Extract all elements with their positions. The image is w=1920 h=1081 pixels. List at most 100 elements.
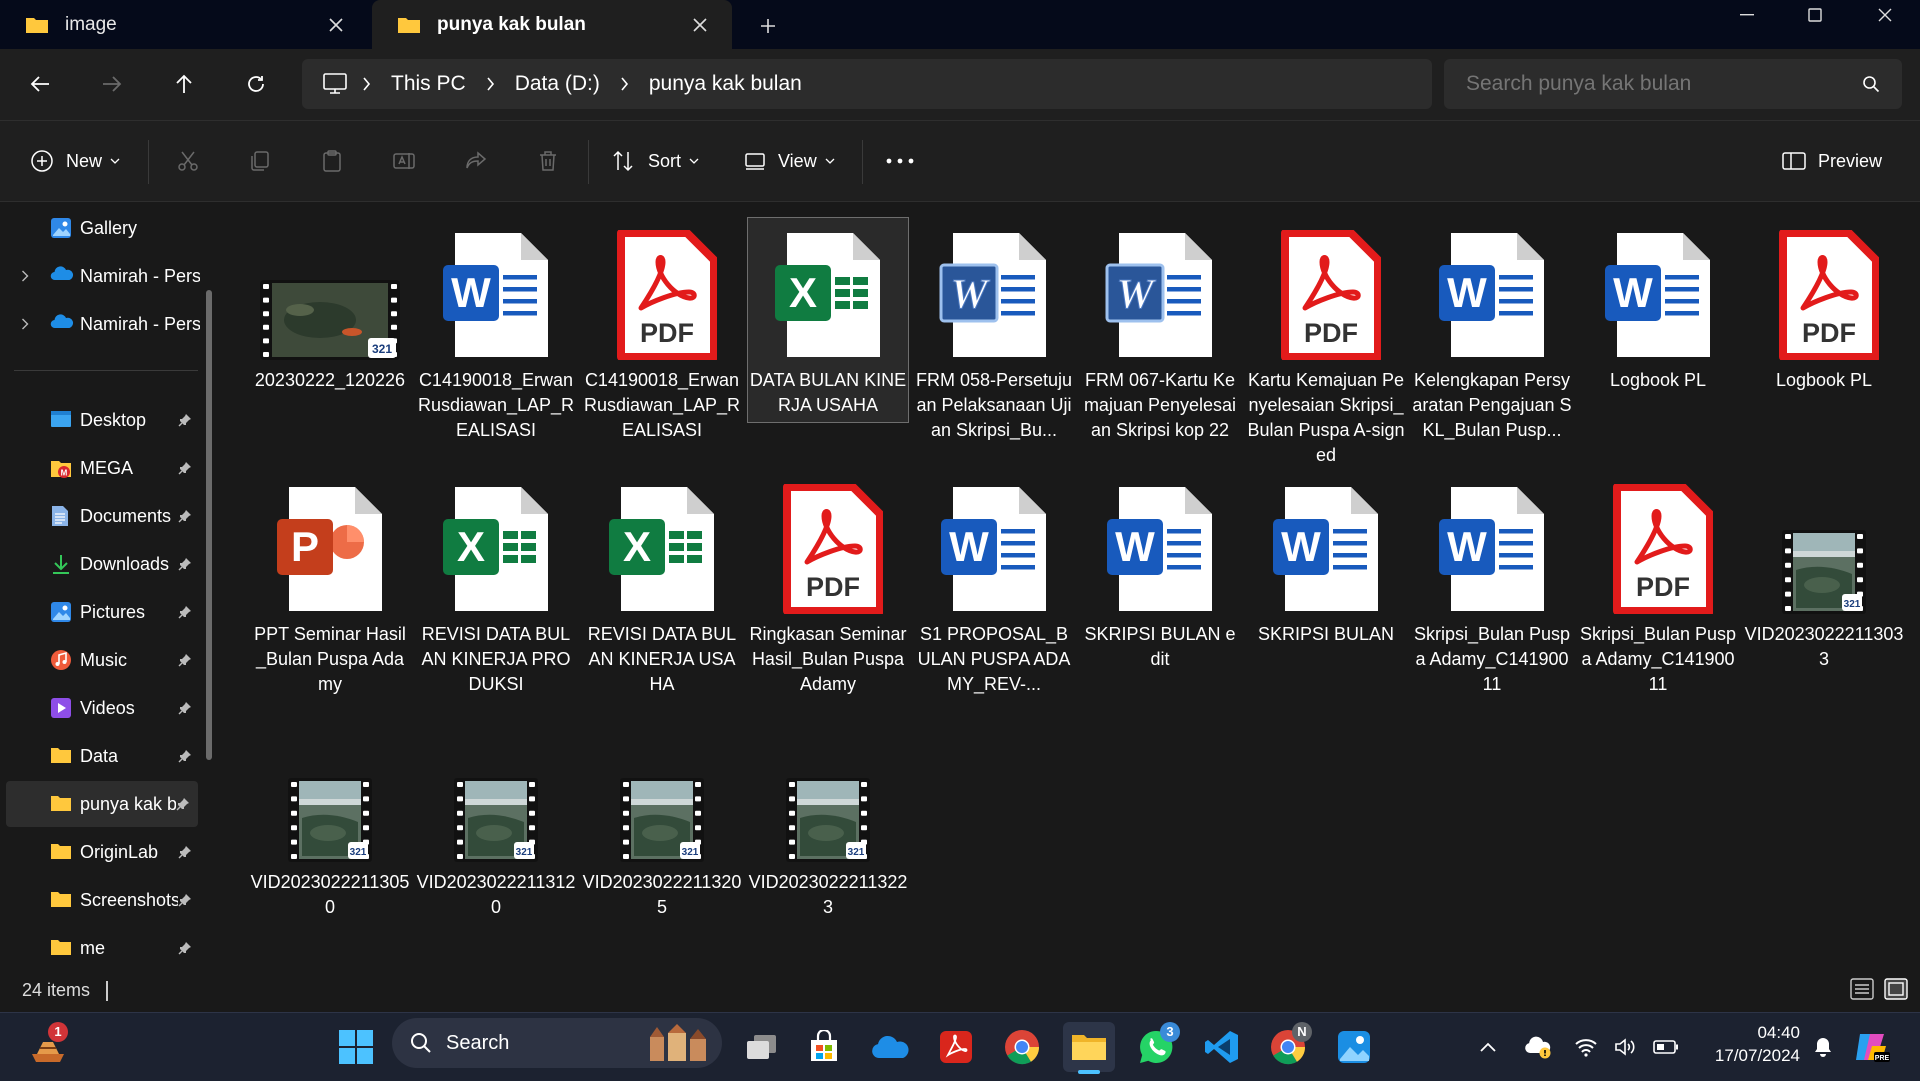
details-view-button[interactable] <box>1850 978 1874 1000</box>
forward-button[interactable] <box>90 68 134 100</box>
up-button[interactable] <box>162 68 206 100</box>
sidebar-item-mega[interactable]: M MEGA <box>0 445 200 491</box>
sidebar-item-desktop[interactable]: Desktop <box>0 397 200 443</box>
sidebar-item-namirah-pers[interactable]: Namirah - Pers <box>0 301 200 347</box>
sort-button[interactable]: Sort <box>612 143 699 179</box>
file-item[interactable]: W SKRIPSI BULAN <box>1246 472 1406 647</box>
sidebar-item-data[interactable]: Data <box>0 733 200 779</box>
chevron-right-icon[interactable] <box>21 270 29 282</box>
show-hidden-icons-button[interactable] <box>1470 1022 1506 1072</box>
close-tab-icon[interactable] <box>316 5 356 45</box>
pdf-document-icon: PDF <box>1744 218 1904 360</box>
search-input[interactable] <box>1444 71 1862 97</box>
file-item[interactable]: X REVISI DATA BULAN KINERJA PRODUKSI <box>416 472 576 697</box>
divider <box>588 140 589 184</box>
sidebar-item-punya-kak-bulan[interactable]: punya kak bulan <box>6 781 198 827</box>
file-item[interactable]: W FRM 058-Persetujuan Pelaksanaan Ujian S… <box>914 218 1074 443</box>
this-pc-icon[interactable] <box>322 73 348 95</box>
rename-button[interactable] <box>392 143 416 179</box>
file-item[interactable]: P PPT Seminar Hasil_Bulan Puspa Adamy <box>250 472 410 697</box>
chrome-button[interactable] <box>996 1022 1048 1072</box>
breadcrumb-data-drive[interactable]: Data (D:) <box>515 72 600 96</box>
sidebar-item-videos[interactable]: Videos <box>0 685 200 731</box>
file-item[interactable]: 321 VID20230222113033 <box>1744 472 1904 672</box>
file-item[interactable]: PDF Logbook PL <box>1744 218 1904 393</box>
large-icons-view-button[interactable] <box>1884 978 1908 1000</box>
close-tab-icon[interactable] <box>680 5 720 45</box>
chevron-right-icon[interactable] <box>21 318 29 330</box>
file-item[interactable]: 321 20230222_120226 <box>250 218 410 393</box>
copy-button[interactable] <box>248 143 272 179</box>
vscode-button[interactable] <box>1196 1022 1248 1072</box>
microsoft-store-button[interactable] <box>798 1022 850 1072</box>
new-button[interactable]: New <box>30 143 120 179</box>
notifications-button[interactable] <box>1806 1022 1840 1072</box>
file-item[interactable]: PDF C14190018_Erwan Rusdiawan_LAP_REALIS… <box>582 218 742 443</box>
file-item[interactable]: W S1 PROPOSAL_BULAN PUSPA ADAMY_REV-... <box>914 472 1074 697</box>
close-window-button[interactable] <box>1850 0 1920 30</box>
file-item[interactable]: PDF Skripsi_Bulan Puspa Adamy_C14190011 <box>1578 472 1738 697</box>
search-box[interactable] <box>1444 59 1902 109</box>
file-item[interactable]: X DATA BULAN KINERJA USAHA <box>747 217 909 423</box>
cut-button[interactable] <box>176 143 200 179</box>
paste-button[interactable] <box>320 143 344 179</box>
battery-button[interactable] <box>1648 1022 1684 1072</box>
file-item[interactable]: 321 VID20230222113223 <box>748 720 908 920</box>
start-button[interactable] <box>330 1022 382 1072</box>
file-item[interactable]: 321 VID20230222113205 <box>582 720 742 920</box>
preview-button[interactable]: Preview <box>1782 143 1882 179</box>
task-view-button[interactable] <box>735 1022 787 1072</box>
sidebar-item-namirah-pers[interactable]: Namirah - Pers <box>0 253 200 299</box>
sidebar-item-screenshots[interactable]: Screenshots <box>0 877 200 923</box>
file-item[interactable]: W SKRIPSI BULAN edit <box>1080 472 1240 672</box>
back-button[interactable] <box>18 68 62 100</box>
file-item[interactable]: 321 VID20230222113120 <box>416 720 576 920</box>
widgets-button[interactable]: 1 <box>22 1022 74 1072</box>
sidebar-item-documents[interactable]: Documents <box>0 493 200 539</box>
wifi-button[interactable] <box>1568 1022 1604 1072</box>
minimize-button[interactable] <box>1712 0 1782 30</box>
file-item[interactable]: W C14190018_Erwan Rusdiawan_LAP_REALISASI <box>416 218 576 443</box>
tab-punya-kak-bulan[interactable]: punya kak bulan <box>372 0 732 49</box>
new-tab-button[interactable] <box>748 6 788 46</box>
breadcrumb-current-folder[interactable]: punya kak bulan <box>649 72 802 96</box>
onedrive-status-button[interactable] <box>1518 1022 1558 1072</box>
sidebar-item-originlab[interactable]: OriginLab <box>0 829 200 875</box>
maximize-button[interactable] <box>1780 0 1850 30</box>
onedrive-button[interactable] <box>864 1022 916 1072</box>
volume-button[interactable] <box>1608 1022 1644 1072</box>
sidebar-item-gallery[interactable]: Gallery <box>0 205 200 251</box>
svg-text:P: P <box>291 523 319 570</box>
more-options-button[interactable] <box>886 143 914 179</box>
sidebar-item-pictures[interactable]: Pictures <box>0 589 200 635</box>
chrome-profile-button[interactable]: N <box>1262 1022 1314 1072</box>
tab-image[interactable]: image <box>0 0 368 49</box>
file-item[interactable]: 321 VID20230222113050 <box>250 720 410 920</box>
file-item[interactable]: PDF Ringkasan Seminar Hasil_Bulan Puspa … <box>748 472 908 697</box>
sidebar-item-music[interactable]: Music <box>0 637 200 683</box>
video-thumbnail-icon: 321 <box>250 218 410 360</box>
search-icon[interactable] <box>1862 75 1880 93</box>
share-button[interactable] <box>464 143 488 179</box>
delete-button[interactable] <box>536 143 560 179</box>
photos-button[interactable] <box>1328 1022 1380 1072</box>
view-button[interactable]: View <box>744 143 835 179</box>
file-item[interactable]: W Kelengkapan Persyaratan Pengajuan SKL_B… <box>1412 218 1572 443</box>
refresh-button[interactable] <box>234 68 278 100</box>
file-item[interactable]: X REVISI DATA BULAN KINERJA USAHA <box>582 472 742 697</box>
copilot-button[interactable]: PRE <box>1848 1022 1894 1072</box>
sidebar-scrollbar[interactable] <box>206 290 212 760</box>
breadcrumb-this-pc[interactable]: This PC <box>391 72 466 96</box>
whatsapp-button[interactable]: 3 <box>1130 1022 1182 1072</box>
file-item[interactable]: W Skripsi_Bulan Puspa Adamy_C14190011 <box>1412 472 1572 697</box>
address-bar[interactable]: This PC Data (D:) punya kak bulan <box>302 59 1432 109</box>
clock[interactable]: 04:40 17/07/2024 <box>1700 1021 1800 1067</box>
file-item[interactable]: PDF Kartu Kemajuan Penyelesaian Skripsi_… <box>1246 218 1406 468</box>
taskbar-search[interactable]: Search <box>392 1018 722 1068</box>
sidebar-item-me[interactable]: me <box>0 925 200 971</box>
acrobat-button[interactable] <box>930 1022 982 1072</box>
file-explorer-button[interactable] <box>1063 1022 1115 1072</box>
sidebar-item-downloads[interactable]: Downloads <box>0 541 200 587</box>
file-item[interactable]: W Logbook PL <box>1578 218 1738 393</box>
file-item[interactable]: W FRM 067-Kartu Kemajuan Penyelesaian Skr… <box>1080 218 1240 443</box>
